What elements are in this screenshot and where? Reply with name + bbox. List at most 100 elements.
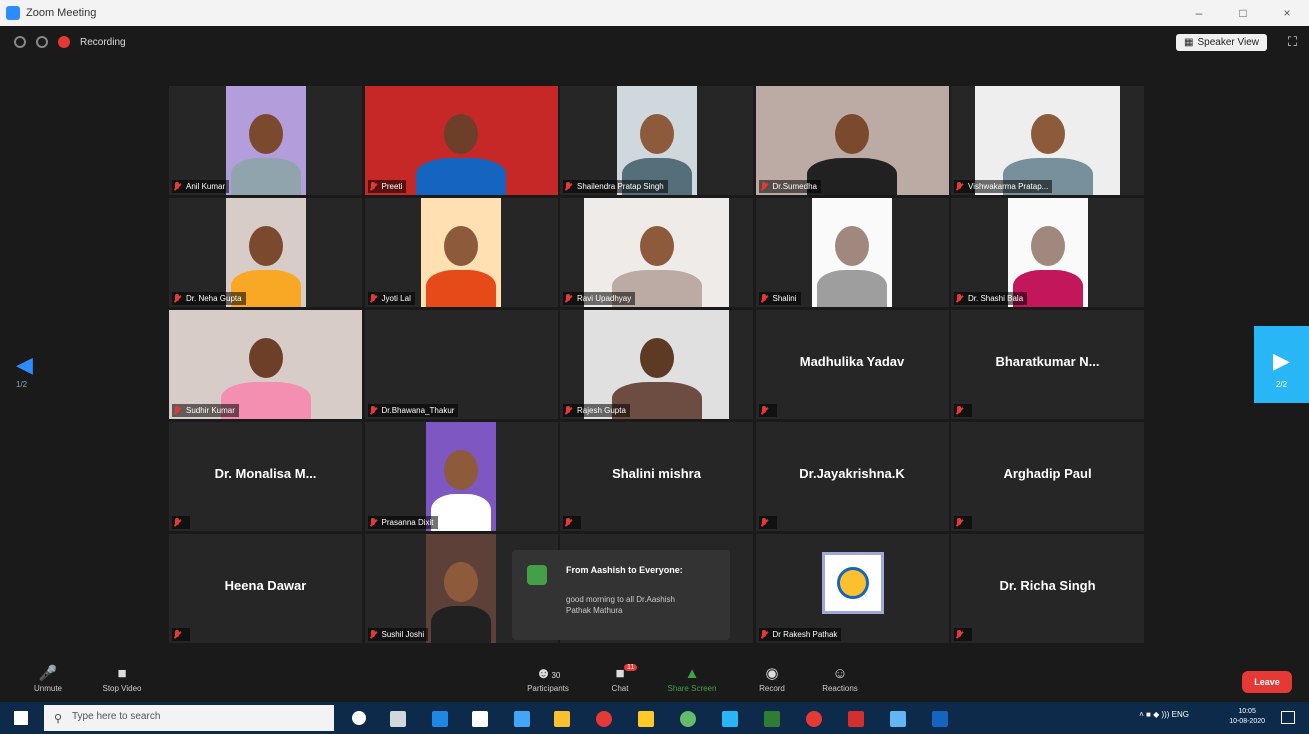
photos-icon[interactable] bbox=[680, 711, 696, 727]
participant-tile[interactable]: Dr.Bhawana_Thakur bbox=[364, 310, 558, 419]
edge-browser-icon[interactable] bbox=[432, 711, 448, 727]
close-button[interactable]: × bbox=[1265, 6, 1309, 20]
opera-icon[interactable] bbox=[806, 711, 822, 727]
participant-display-name: Arghadip Paul bbox=[1003, 466, 1092, 481]
participant-tile[interactable]: Jyoti Lal bbox=[364, 198, 558, 307]
participant-display-name: Shalini mishra bbox=[612, 466, 701, 481]
participant-tile[interactable]: Vishwakarma Pratap... bbox=[951, 86, 1144, 195]
participant-tile[interactable]: Rajesh Gupta bbox=[560, 310, 753, 419]
participant-tile[interactable]: Ravi Upadhyay bbox=[560, 198, 753, 307]
participant-video bbox=[169, 310, 362, 419]
participant-face bbox=[444, 562, 478, 602]
participant-name-tag: Dr. Neha Gupta bbox=[172, 292, 246, 305]
participant-tile[interactable]: Sudhir Kumar bbox=[169, 310, 362, 419]
participant-face bbox=[248, 114, 283, 154]
mic-muted-icon bbox=[369, 182, 377, 192]
participant-tile[interactable]: Dr Rakesh Pathak bbox=[755, 534, 949, 643]
participant-display-name: Dr. Monalisa M... bbox=[214, 466, 317, 481]
participant-name-tag: Ravi Upadhyay bbox=[563, 292, 636, 305]
mic-muted-icon bbox=[564, 406, 572, 416]
mic-muted-icon bbox=[760, 518, 768, 528]
participant-video bbox=[426, 534, 496, 643]
participant-video bbox=[812, 198, 892, 307]
leave-button[interactable]: Leave bbox=[1242, 671, 1292, 693]
participant-video bbox=[584, 310, 729, 419]
participants-count: 30 bbox=[551, 671, 561, 680]
participant-tile[interactable]: Madhulika Yadav bbox=[755, 310, 949, 419]
store-icon[interactable] bbox=[472, 711, 488, 727]
mic-muted-icon bbox=[369, 630, 377, 640]
file-explorer-icon[interactable] bbox=[638, 711, 654, 727]
participant-tile[interactable]: Dr. Shashi Bala bbox=[951, 198, 1144, 307]
participant-tile[interactable]: Shalini bbox=[755, 198, 949, 307]
speaker-view-button[interactable]: ▦ Speaker View bbox=[1176, 34, 1267, 51]
chrome-icon[interactable] bbox=[596, 711, 612, 727]
participant-tile[interactable]: Heena Dawar bbox=[169, 534, 362, 643]
participant-tile[interactable]: Dr. Richa Singh bbox=[951, 534, 1144, 643]
clock-time: 10:05 bbox=[1238, 708, 1256, 715]
mic-muted-icon bbox=[369, 406, 377, 416]
notification-icon[interactable] bbox=[1281, 711, 1295, 724]
active-zoom-icon[interactable] bbox=[890, 711, 906, 727]
system-tray[interactable]: ˄ ■ ◆ ))) ENG bbox=[1139, 710, 1189, 719]
meeting-info-icon[interactable] bbox=[14, 36, 26, 48]
cortana-icon[interactable] bbox=[352, 711, 366, 725]
mic-muted-icon bbox=[564, 294, 572, 304]
fullscreen-icon[interactable]: ⛶ bbox=[1288, 34, 1297, 50]
word-icon[interactable] bbox=[932, 711, 948, 727]
task-view-icon[interactable] bbox=[390, 711, 406, 727]
mic-muted-icon bbox=[173, 294, 181, 304]
participant-tile[interactable]: Arghadip Paul bbox=[951, 422, 1144, 531]
participant-tile[interactable]: Bharatkumar N... bbox=[951, 310, 1144, 419]
minimize-button[interactable]: – bbox=[1177, 6, 1221, 20]
powerpoint-icon[interactable] bbox=[848, 711, 864, 727]
arrow-right-icon: ▶ bbox=[1273, 348, 1290, 373]
participant-name-tag: Dr.Sumedha bbox=[758, 180, 821, 193]
maximize-button[interactable]: □ bbox=[1221, 6, 1265, 20]
reactions-label: Reactions bbox=[822, 684, 858, 693]
participant-tile[interactable]: Dr. Monalisa M... bbox=[169, 422, 362, 531]
windows-start-icon[interactable] bbox=[14, 711, 28, 725]
share-screen-button[interactable]: ▲ Share Screen bbox=[662, 664, 722, 693]
taskbar-search-box[interactable]: ⚲ Type here to search bbox=[44, 705, 334, 731]
logo-emblem bbox=[836, 567, 869, 599]
next-page-button[interactable]: ▶ 2/2 bbox=[1254, 326, 1309, 403]
zoom-taskbar-icon[interactable] bbox=[722, 711, 738, 727]
participant-display-name: Heena Dawar bbox=[224, 578, 307, 593]
participants-icon: ☻30 bbox=[535, 665, 561, 682]
mail-icon[interactable] bbox=[514, 711, 530, 727]
chat-notification[interactable]: From Aashish to Everyone: good morning t… bbox=[512, 550, 730, 640]
participant-tile[interactable]: Dr.Jayakrishna.K bbox=[755, 422, 949, 531]
reactions-button[interactable]: ☺ Reactions bbox=[810, 664, 870, 693]
mic-muted-icon bbox=[173, 630, 181, 640]
search-icon: ⚲ bbox=[54, 713, 63, 725]
windows-taskbar: ⚲ Type here to search ˄ ■ ◆ ))) ENG 10:0… bbox=[0, 702, 1309, 734]
recording-icon bbox=[58, 36, 70, 48]
record-button[interactable]: ◉ Record bbox=[742, 664, 802, 693]
speaker-view-label: Speaker View bbox=[1197, 37, 1259, 48]
chat-label: Chat bbox=[611, 684, 629, 693]
participant-tile[interactable]: Prasanna Dixit bbox=[364, 422, 558, 531]
participant-tile[interactable]: Shailendra Pratap Singh bbox=[560, 86, 753, 195]
security-shield-icon[interactable] bbox=[36, 36, 48, 48]
participant-display-name: Madhulika Yadav bbox=[799, 354, 905, 369]
participants-button[interactable]: ☻30 Participants bbox=[518, 664, 578, 693]
unmute-button[interactable]: 🎤 Unmute bbox=[18, 664, 78, 693]
participant-tile[interactable]: Preeti bbox=[364, 86, 558, 195]
acrobat-icon[interactable] bbox=[554, 711, 570, 727]
participant-tile[interactable]: Anil Kumar bbox=[169, 86, 362, 195]
participant-tile[interactable]: Shalini mishra bbox=[560, 422, 753, 531]
chat-button[interactable]: ■ 11 Chat bbox=[590, 664, 650, 693]
mic-muted-icon bbox=[173, 182, 181, 192]
participant-name-tag: Rajesh Gupta bbox=[563, 404, 630, 417]
taskbar-clock[interactable]: 10:05 10-08-2020 bbox=[1229, 707, 1265, 727]
prev-page-button[interactable]: ◀ 1/2 bbox=[16, 352, 33, 389]
participant-video bbox=[755, 86, 949, 195]
mic-muted-icon bbox=[369, 294, 377, 304]
participant-tile[interactable]: Dr. Neha Gupta bbox=[169, 198, 362, 307]
participant-tile[interactable]: Dr.Sumedha bbox=[755, 86, 949, 195]
stop-video-button[interactable]: ■ Stop Video bbox=[92, 664, 152, 693]
chat-icon: ■ bbox=[615, 665, 625, 682]
participant-video bbox=[364, 86, 558, 195]
excel-icon[interactable] bbox=[764, 711, 780, 727]
